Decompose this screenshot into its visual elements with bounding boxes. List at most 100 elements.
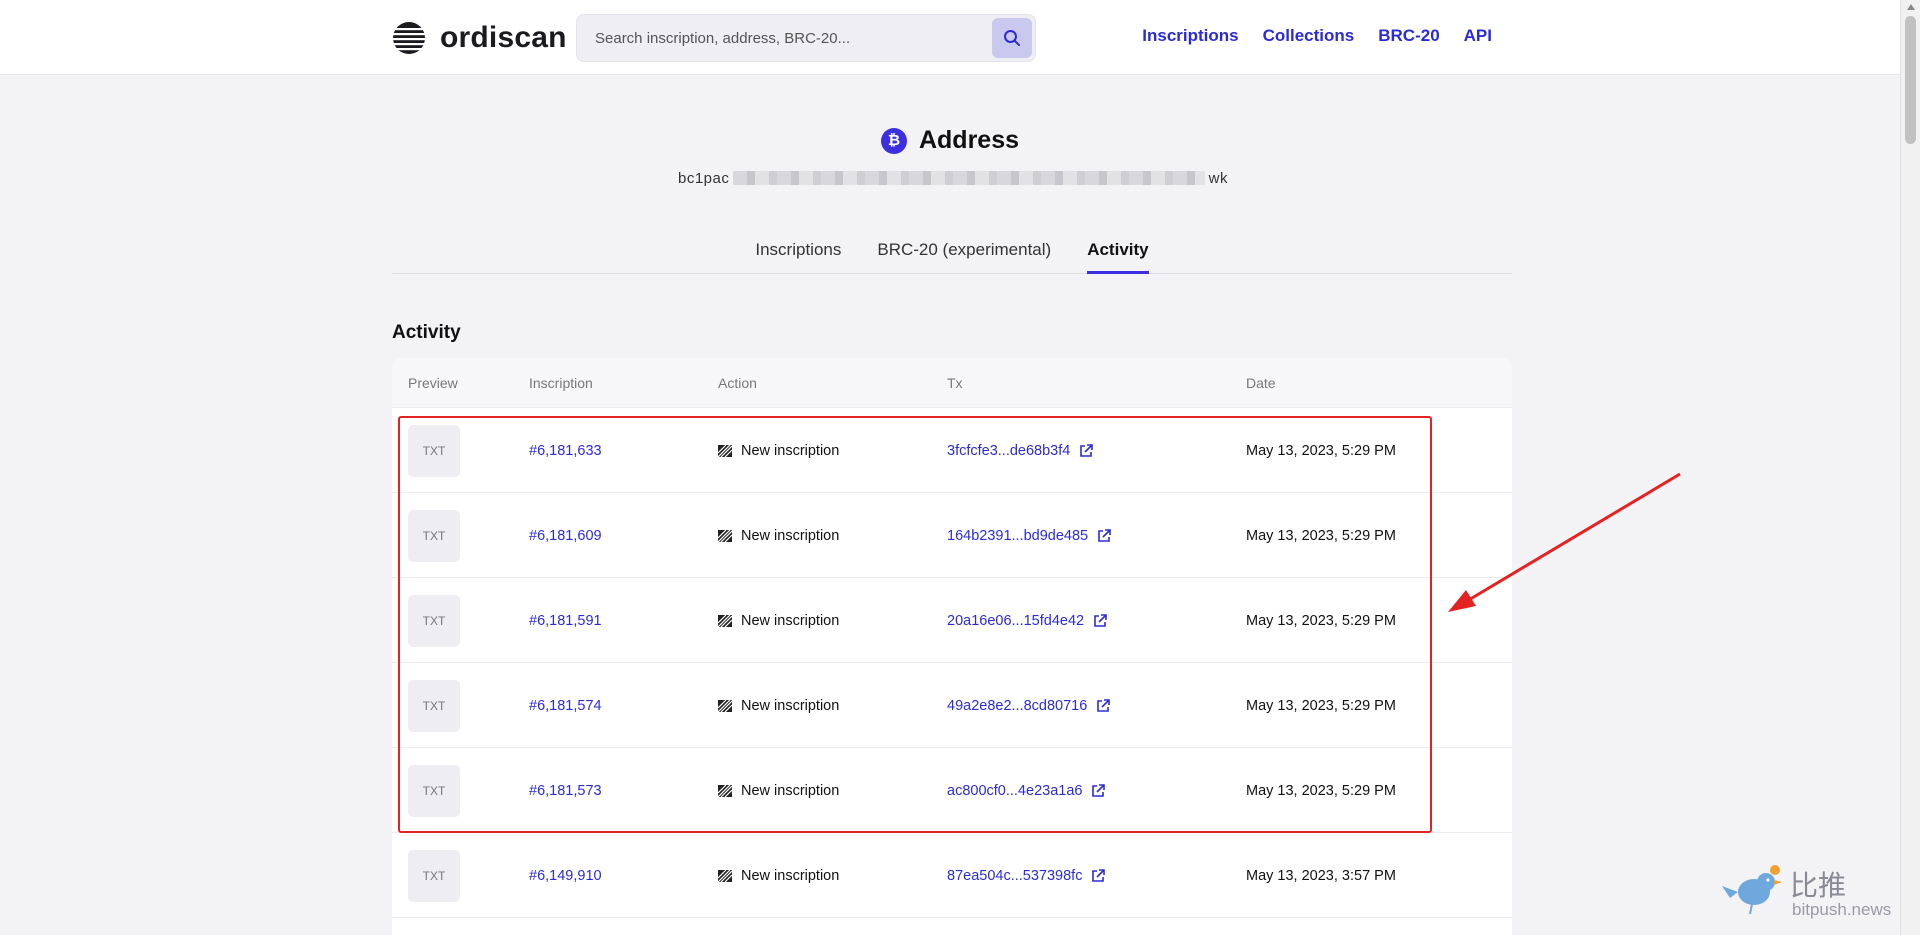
main-nav: Inscriptions Collections BRC-20 API bbox=[1142, 26, 1492, 46]
external-link-icon[interactable] bbox=[1092, 613, 1108, 629]
inscribe-icon bbox=[718, 444, 732, 457]
table-row: TXT #6,181,633 New inscription 3fcfcfe3.… bbox=[392, 408, 1512, 493]
preview-label: TXT bbox=[422, 783, 446, 798]
date-label: May 13, 2023, 5:29 PM bbox=[1246, 612, 1396, 629]
tab-brc20[interactable]: BRC-20 (experimental) bbox=[877, 232, 1051, 274]
action-label: New inscription bbox=[741, 612, 840, 629]
page-title: ₿ Address bbox=[0, 126, 1900, 155]
date-label: May 13, 2023, 5:29 PM bbox=[1246, 527, 1396, 544]
table-row: TXT #6,181,591 New inscription 20a16e06.… bbox=[392, 578, 1512, 663]
search-bar bbox=[576, 14, 1036, 62]
tx-link[interactable]: 87ea504c...537398fc bbox=[947, 868, 1082, 884]
brand-logo[interactable]: ordiscan bbox=[392, 20, 567, 56]
address-prefix: bc1pac bbox=[678, 169, 730, 187]
inscription-link[interactable]: #6,181,591 bbox=[529, 613, 602, 629]
brand-name: ordiscan bbox=[440, 21, 567, 54]
tx-link[interactable]: 3fcfcfe3...de68b3f4 bbox=[947, 443, 1070, 459]
preview-thumbnail[interactable]: TXT bbox=[408, 594, 460, 647]
scroll-up-icon[interactable] bbox=[1907, 4, 1915, 10]
table-body: TXT #6,181,633 New inscription 3fcfcfe3.… bbox=[392, 408, 1512, 918]
external-link-icon[interactable] bbox=[1090, 868, 1106, 884]
action-label: New inscription bbox=[741, 527, 840, 544]
column-date: Date bbox=[1246, 375, 1276, 391]
address-string: bc1pac wk bbox=[678, 168, 1228, 188]
tx-link[interactable]: 164b2391...bd9de485 bbox=[947, 528, 1088, 544]
preview-label: TXT bbox=[422, 868, 446, 883]
search-button[interactable] bbox=[992, 18, 1032, 58]
address-tabs: Inscriptions BRC-20 (experimental) Activ… bbox=[392, 232, 1512, 274]
watermark-sub: bitpush.news bbox=[1792, 900, 1892, 919]
date-label: May 13, 2023, 5:29 PM bbox=[1246, 442, 1396, 459]
tx-cell: 20a16e06...15fd4e42 bbox=[947, 578, 1108, 663]
action-label: New inscription bbox=[741, 782, 840, 799]
inscribe-icon bbox=[718, 784, 732, 797]
activity-table: Preview Inscription Action Tx Date TXT #… bbox=[392, 358, 1512, 935]
nav-api[interactable]: API bbox=[1464, 26, 1492, 46]
preview-cell: TXT bbox=[408, 663, 460, 748]
preview-cell: TXT bbox=[408, 408, 460, 493]
table-row: TXT #6,181,574 New inscription 49a2e8e2.… bbox=[392, 663, 1512, 748]
preview-cell: TXT bbox=[408, 748, 460, 833]
preview-cell: TXT bbox=[408, 578, 460, 663]
tx-link[interactable]: 49a2e8e2...8cd80716 bbox=[947, 698, 1087, 714]
search-icon bbox=[1004, 30, 1020, 46]
inscription-link[interactable]: #6,181,633 bbox=[529, 443, 602, 459]
ordiscan-logo-icon bbox=[392, 22, 426, 54]
tx-link[interactable]: ac800cf0...4e23a1a6 bbox=[947, 783, 1082, 799]
bitcoin-icon: ₿ bbox=[880, 127, 907, 154]
column-tx: Tx bbox=[947, 375, 963, 391]
nav-brc20[interactable]: BRC-20 bbox=[1378, 26, 1439, 46]
table-row: TXT #6,181,573 New inscription ac800cf0.… bbox=[392, 748, 1512, 833]
nav-collections[interactable]: Collections bbox=[1263, 26, 1355, 46]
watermark-text: 比推 bbox=[1790, 869, 1847, 902]
bird-logo-icon bbox=[1722, 865, 1782, 915]
inscription-link[interactable]: #6,181,573 bbox=[529, 783, 602, 799]
action-cell: New inscription bbox=[718, 578, 839, 663]
inscription-link[interactable]: #6,181,609 bbox=[529, 528, 602, 544]
nav-inscriptions[interactable]: Inscriptions bbox=[1142, 26, 1238, 46]
tab-inscriptions[interactable]: Inscriptions bbox=[755, 232, 841, 274]
tx-cell: 49a2e8e2...8cd80716 bbox=[947, 663, 1111, 748]
column-preview: Preview bbox=[408, 375, 458, 391]
external-link-icon[interactable] bbox=[1095, 698, 1111, 714]
preview-thumbnail[interactable]: TXT bbox=[408, 679, 460, 732]
tx-link[interactable]: 20a16e06...15fd4e42 bbox=[947, 613, 1084, 629]
inscription-cell: #6,181,609 bbox=[529, 493, 602, 578]
external-link-icon[interactable] bbox=[1090, 783, 1106, 799]
date-label: May 13, 2023, 3:57 PM bbox=[1246, 867, 1396, 884]
column-action: Action bbox=[718, 375, 757, 391]
date-cell: May 13, 2023, 5:29 PM bbox=[1246, 493, 1396, 578]
inscribe-icon bbox=[718, 529, 732, 542]
preview-thumbnail[interactable]: TXT bbox=[408, 509, 460, 562]
date-cell: May 13, 2023, 5:29 PM bbox=[1246, 748, 1396, 833]
section-title: Activity bbox=[392, 322, 461, 343]
inscription-link[interactable]: #6,149,910 bbox=[529, 868, 602, 884]
action-cell: New inscription bbox=[718, 663, 839, 748]
external-link-icon[interactable] bbox=[1096, 528, 1112, 544]
tx-cell: 87ea504c...537398fc bbox=[947, 833, 1106, 918]
action-cell: New inscription bbox=[718, 493, 839, 578]
inscription-link[interactable]: #6,181,574 bbox=[529, 698, 602, 714]
table-row: TXT #6,181,609 New inscription 164b2391.… bbox=[392, 493, 1512, 578]
scroll-thumb[interactable] bbox=[1905, 16, 1916, 144]
inscription-cell: #6,181,574 bbox=[529, 663, 602, 748]
preview-label: TXT bbox=[422, 443, 446, 458]
page-scrollbar[interactable] bbox=[1900, 0, 1920, 935]
column-inscription: Inscription bbox=[529, 375, 593, 391]
tab-activity[interactable]: Activity bbox=[1087, 232, 1149, 274]
preview-thumbnail[interactable]: TXT bbox=[408, 424, 460, 477]
preview-thumbnail[interactable]: TXT bbox=[408, 764, 460, 817]
action-cell: New inscription bbox=[718, 748, 839, 833]
action-cell: New inscription bbox=[718, 833, 839, 918]
preview-label: TXT bbox=[422, 613, 446, 628]
external-link-icon[interactable] bbox=[1078, 443, 1094, 459]
table-header: Preview Inscription Action Tx Date bbox=[392, 358, 1512, 408]
date-cell: May 13, 2023, 5:29 PM bbox=[1246, 663, 1396, 748]
tx-cell: 3fcfcfe3...de68b3f4 bbox=[947, 408, 1094, 493]
tx-cell: 164b2391...bd9de485 bbox=[947, 493, 1112, 578]
preview-thumbnail[interactable]: TXT bbox=[408, 849, 460, 902]
preview-label: TXT bbox=[422, 528, 446, 543]
address-heading: Address bbox=[918, 126, 1020, 154]
inscribe-icon bbox=[718, 869, 732, 882]
search-input[interactable] bbox=[595, 15, 975, 61]
